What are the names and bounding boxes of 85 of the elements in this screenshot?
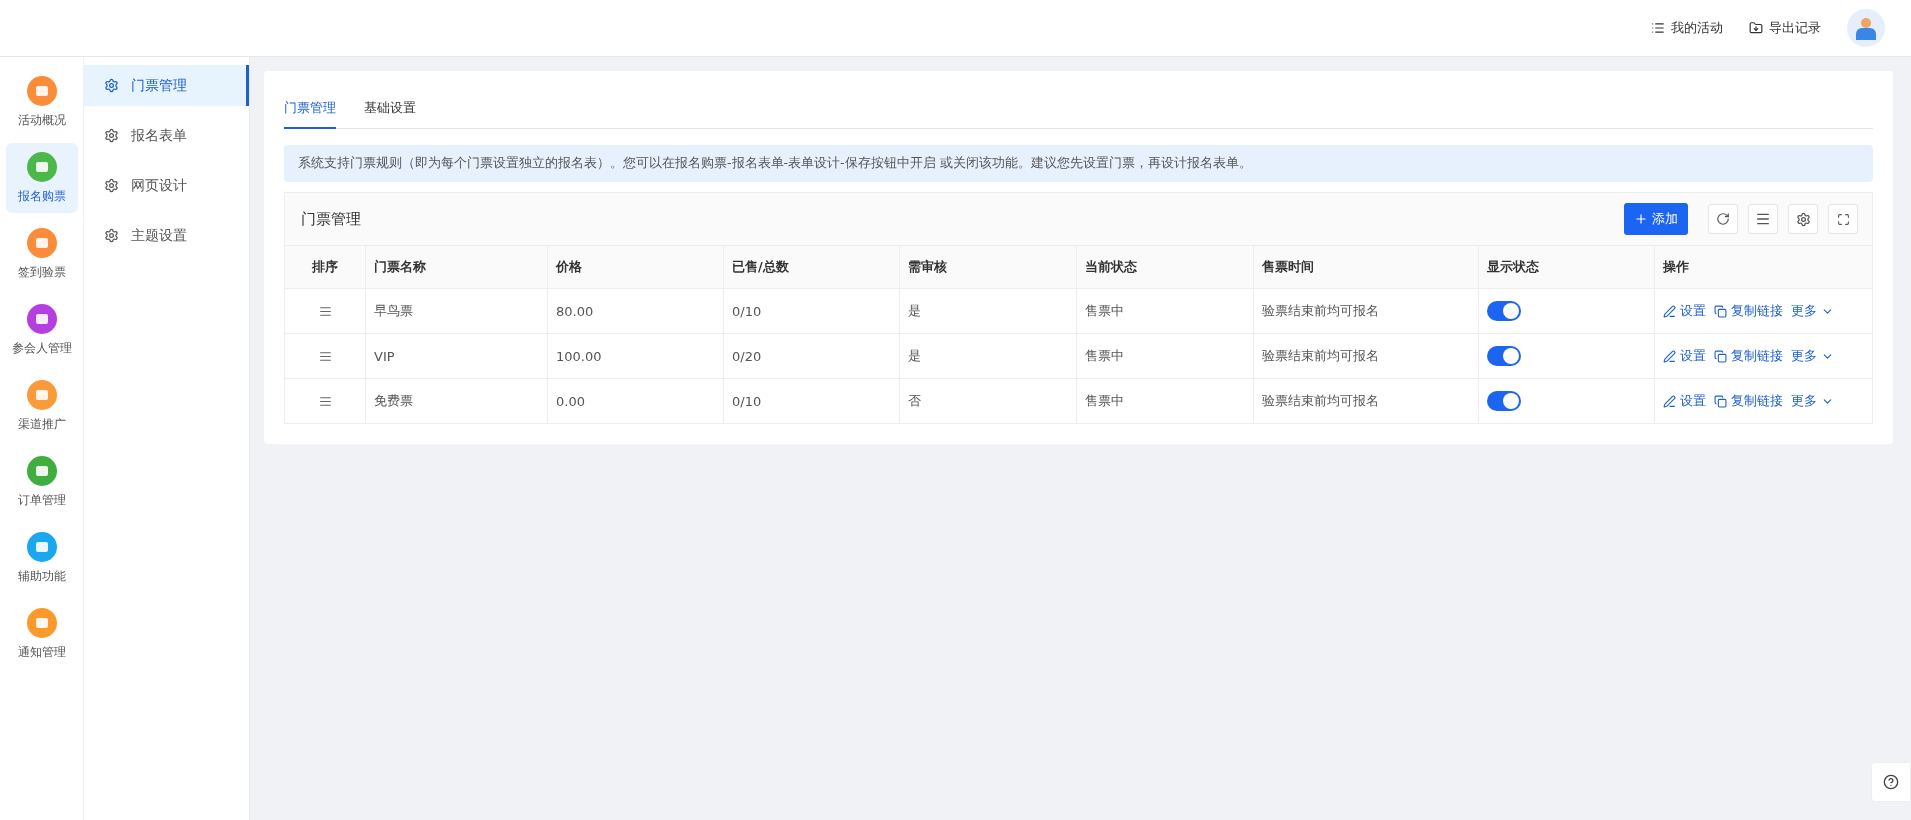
- action-link[interactable]: 设置: [1663, 302, 1706, 320]
- gear-icon: [104, 178, 119, 193]
- table-cell: 是: [899, 334, 1076, 379]
- copy-icon: [1714, 394, 1727, 408]
- settings-icon: [1795, 211, 1811, 227]
- table-cell: 80.00: [547, 289, 723, 334]
- table-cell: 验票结束前均可报名: [1253, 379, 1478, 423]
- action-link[interactable]: 更多: [1791, 302, 1834, 320]
- help-button[interactable]: [1871, 762, 1911, 802]
- table-cell: 早鸟票: [365, 289, 547, 334]
- table-cell: 否: [899, 379, 1076, 423]
- submenu-item[interactable]: 网页设计: [84, 165, 249, 206]
- column-header: 显示状态: [1478, 246, 1654, 289]
- action-link[interactable]: 更多: [1791, 392, 1834, 410]
- action-link[interactable]: 设置: [1663, 392, 1706, 410]
- tab[interactable]: 基础设置: [364, 89, 416, 129]
- table-cell: 验票结束前均可报名: [1253, 289, 1478, 334]
- action-link[interactable]: 复制链接: [1714, 392, 1783, 410]
- action-link[interactable]: 设置: [1663, 347, 1706, 365]
- rail-item[interactable]: 辅助功能: [5, 523, 78, 593]
- column-header: 当前状态: [1076, 246, 1253, 289]
- toggle-switch[interactable]: [1487, 301, 1521, 321]
- rail-item[interactable]: 通知管理: [5, 599, 78, 669]
- drag-handle-icon[interactable]: [318, 394, 332, 408]
- table-cell: VIP: [365, 334, 547, 379]
- list-icon: [1651, 21, 1665, 35]
- column-header: 售票时间: [1253, 246, 1478, 289]
- add-button[interactable]: 添加: [1624, 203, 1688, 235]
- table-cell: 0/20: [723, 334, 899, 379]
- table-cell: 免费票: [365, 379, 547, 423]
- notice-text: 系统支持门票规则（即为每个门票设置独立的报名表）。您可以在报名购票-报名表单-表单设计-保存按钮中开启 或关闭该功能。建议您先设置门票，再设计报名表单。: [284, 145, 1873, 182]
- tab[interactable]: 门票管理: [284, 89, 336, 129]
- column-header: 门票名称: [365, 246, 547, 289]
- density-button[interactable]: [1748, 204, 1778, 234]
- column-header: 已售/总数: [723, 246, 899, 289]
- submenu-item[interactable]: 报名表单: [84, 115, 249, 156]
- rail-item[interactable]: 订单管理: [5, 447, 78, 517]
- table-cell: 0.00: [547, 379, 723, 423]
- folder-icon: [1749, 21, 1763, 35]
- rail-item[interactable]: 报名购票: [5, 143, 78, 213]
- menu-icon: [1755, 211, 1771, 227]
- avatar-icon[interactable]: [1847, 9, 1885, 47]
- pen-icon: [1663, 349, 1676, 363]
- table-cell: 验票结束前均可报名: [1253, 334, 1478, 379]
- rail-item[interactable]: 参会人管理: [5, 295, 78, 365]
- table-cell: 售票中: [1076, 289, 1253, 334]
- column-header: 操作: [1654, 246, 1872, 289]
- rail-item[interactable]: 签到验票: [5, 219, 78, 289]
- pen-icon: [1663, 394, 1676, 408]
- refresh-button[interactable]: [1708, 204, 1738, 234]
- header-link[interactable]: 导出记录: [1749, 19, 1821, 37]
- table-cell: 是: [899, 289, 1076, 334]
- plus-icon: [1634, 212, 1648, 226]
- column-header: 需审核: [899, 246, 1076, 289]
- copy-icon: [1714, 304, 1727, 318]
- refresh-icon: [1716, 212, 1730, 226]
- drag-handle-icon[interactable]: [318, 304, 332, 318]
- column-header: 排序: [285, 246, 365, 289]
- table-title: 门票管理: [301, 209, 362, 229]
- action-link[interactable]: 复制链接: [1714, 347, 1783, 365]
- toggle-switch[interactable]: [1487, 391, 1521, 411]
- gear-icon: [104, 78, 119, 93]
- fullscreen-button[interactable]: [1828, 204, 1858, 234]
- drag-handle-icon[interactable]: [318, 349, 332, 363]
- rail-item[interactable]: 渠道推广: [5, 371, 78, 441]
- help-icon: [1883, 774, 1899, 790]
- table-cell: 0/10: [723, 379, 899, 423]
- table-cell: 0/10: [723, 289, 899, 334]
- fullscreen-icon: [1836, 212, 1850, 226]
- table-cell: 100.00: [547, 334, 723, 379]
- table-cell: 售票中: [1076, 334, 1253, 379]
- column-header: 价格: [547, 246, 723, 289]
- table-cell: 售票中: [1076, 379, 1253, 423]
- gear-icon: [104, 128, 119, 143]
- submenu-item[interactable]: 主题设置: [84, 215, 249, 256]
- copy-icon: [1714, 349, 1727, 363]
- submenu-item[interactable]: 门票管理: [84, 65, 249, 106]
- pen-icon: [1663, 304, 1676, 318]
- header-link[interactable]: 我的活动: [1651, 19, 1723, 37]
- toggle-switch[interactable]: [1487, 346, 1521, 366]
- rail-item[interactable]: 活动概况: [5, 67, 78, 137]
- gear-icon: [104, 228, 119, 243]
- action-link[interactable]: 更多: [1791, 347, 1834, 365]
- action-link[interactable]: 复制链接: [1714, 302, 1783, 320]
- settings-button[interactable]: [1788, 204, 1818, 234]
